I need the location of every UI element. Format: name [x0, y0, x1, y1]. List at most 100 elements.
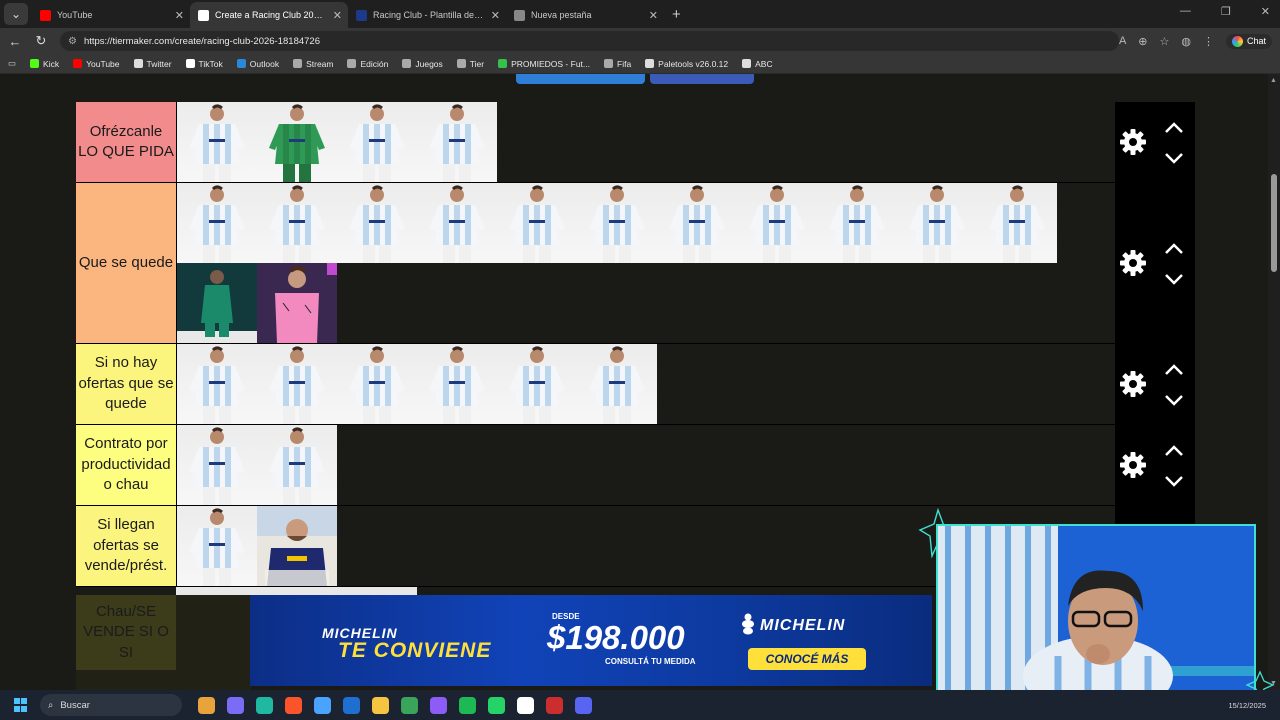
bookmark-item[interactable]: Twitter	[133, 59, 172, 69]
player-card[interactable]	[657, 183, 737, 263]
translate-icon[interactable]: A	[1119, 35, 1126, 47]
move-tier-up-icon[interactable]	[1163, 242, 1185, 256]
move-tier-down-icon[interactable]	[1163, 393, 1185, 407]
bookmark-item[interactable]: Fifa	[604, 59, 631, 69]
taskbar-app-icon[interactable]	[488, 696, 505, 714]
browser-tab[interactable]: Create a Racing Club 2026 Tier List ✕	[190, 2, 348, 28]
player-card[interactable]	[177, 344, 257, 424]
page-scrollbar[interactable]: ▲ ▼	[1268, 74, 1280, 690]
move-tier-down-icon[interactable]	[1163, 474, 1185, 488]
apps-icon[interactable]: ▭	[8, 58, 16, 69]
reload-button[interactable]: ↻	[30, 33, 52, 49]
taskbar-app-icon[interactable]	[198, 696, 215, 714]
player-card[interactable]	[977, 183, 1057, 263]
player-card[interactable]	[577, 183, 657, 263]
tier-label[interactable]: Si llegan ofertas se vende/prést.	[76, 506, 176, 586]
tab-close-icon[interactable]: ✕	[175, 9, 184, 22]
player-card[interactable]	[417, 344, 497, 424]
taskbar-app-icon[interactable]	[372, 696, 389, 714]
player-card[interactable]	[497, 183, 577, 263]
site-info-icon[interactable]: ⚙	[68, 36, 77, 47]
player-card[interactable]	[337, 344, 417, 424]
back-button[interactable]: ←	[4, 34, 26, 49]
move-tier-down-icon[interactable]	[1163, 272, 1185, 286]
bookmark-item[interactable]: Juegos	[402, 59, 443, 69]
tier-settings-gear-icon[interactable]	[1118, 450, 1148, 480]
taskbar-app-icon[interactable]	[430, 696, 447, 714]
taskbar-app-icon[interactable]	[546, 696, 563, 714]
save-download-button[interactable]	[516, 74, 645, 84]
zoom-icon[interactable]: ⊕	[1138, 35, 1147, 48]
taskbar-app-icon[interactable]	[256, 696, 273, 714]
bookmark-item[interactable]: Outlook	[236, 59, 279, 69]
player-card[interactable]	[257, 263, 337, 343]
move-tier-up-icon[interactable]	[1163, 121, 1185, 135]
player-card[interactable]	[337, 183, 417, 263]
player-card[interactable]	[177, 263, 257, 343]
url-bar[interactable]: ⚙ https://tiermaker.com/create/racing-cl…	[59, 31, 1119, 51]
tier-items-area[interactable]	[176, 102, 1115, 182]
bookmark-item[interactable]: PROMIEDOS - Fut...	[498, 59, 590, 69]
player-card[interactable]	[497, 344, 577, 424]
maximize-icon[interactable]: ❐	[1221, 5, 1231, 18]
move-tier-up-icon[interactable]	[1163, 444, 1185, 458]
player-card[interactable]	[417, 102, 497, 182]
tier-items-area[interactable]	[176, 183, 1115, 343]
tier-label[interactable]: Que se quede	[76, 183, 176, 343]
player-card[interactable]	[577, 344, 657, 424]
tab-close-icon[interactable]: ✕	[333, 9, 342, 22]
player-card[interactable]	[177, 425, 257, 505]
windows-start-icon[interactable]	[14, 698, 28, 712]
player-card[interactable]	[257, 425, 337, 505]
close-window-icon[interactable]: ✕	[1261, 5, 1270, 18]
tab-close-icon[interactable]: ✕	[491, 9, 500, 22]
player-card[interactable]	[257, 183, 337, 263]
player-card[interactable]	[257, 506, 337, 586]
minimize-icon[interactable]: —	[1180, 5, 1191, 18]
browser-tab[interactable]: Racing Club - Plantilla detallada 2025/2…	[348, 2, 506, 28]
bookmark-item[interactable]: TikTok	[185, 59, 223, 69]
ad-cta-button[interactable]: CONOCÉ MÁS	[748, 648, 866, 670]
tab-search-button[interactable]: ⌄	[4, 3, 28, 25]
tier-settings-gear-icon[interactable]	[1118, 248, 1148, 278]
scrollbar-thumb[interactable]	[1271, 174, 1277, 272]
menu-icon[interactable]: ⋮	[1203, 35, 1214, 48]
bookmark-item[interactable]: ABC	[742, 59, 773, 69]
tier-label[interactable]: Chau/SE VENDE SI O SI	[76, 595, 176, 670]
taskbar-app-icon[interactable]	[575, 696, 592, 714]
system-clock[interactable]: 15/12/2025	[1228, 701, 1266, 710]
tier-settings-gear-icon[interactable]	[1118, 369, 1148, 399]
player-card[interactable]	[177, 102, 257, 182]
bookmark-star-icon[interactable]: ☆	[1160, 35, 1170, 48]
taskbar-app-icon[interactable]	[227, 696, 244, 714]
tab-close-icon[interactable]: ✕	[649, 9, 658, 22]
browser-tab[interactable]: YouTube ✕	[32, 2, 190, 28]
taskbar-app-icon[interactable]	[401, 696, 418, 714]
tier-label[interactable]: Contrato por productividad o chau	[76, 425, 176, 505]
taskbar-search[interactable]: ⌕ Buscar	[40, 694, 182, 716]
tier-items-area[interactable]	[176, 425, 1115, 505]
taskbar-app-icon[interactable]	[459, 696, 476, 714]
player-card[interactable]	[817, 183, 897, 263]
player-card[interactable]	[257, 344, 337, 424]
taskbar-app-icon[interactable]	[343, 696, 360, 714]
move-tier-up-icon[interactable]	[1163, 363, 1185, 377]
tier-settings-gear-icon[interactable]	[1118, 127, 1148, 157]
browser-tab[interactable]: Nueva pestaña ✕	[506, 2, 664, 28]
tier-items-area[interactable]	[176, 344, 1115, 424]
tier-label[interactable]: Ofrézcanle LO QUE PIDA	[76, 102, 176, 182]
chat-button[interactable]: Chat	[1226, 33, 1273, 49]
bookmark-item[interactable]: Edición	[347, 59, 388, 69]
extensions-icon[interactable]: ◍	[1181, 35, 1191, 48]
player-card[interactable]	[257, 102, 337, 182]
michelin-ad-banner[interactable]: MICHELIN TE CONVIENE DESDE $198.000 CONS…	[250, 595, 932, 686]
player-card[interactable]	[337, 102, 417, 182]
player-card[interactable]	[177, 183, 257, 263]
taskbar-app-icon[interactable]	[517, 696, 534, 714]
tier-label[interactable]: Si no hay ofertas que se quede	[76, 344, 176, 424]
bookmark-item[interactable]: Tier	[456, 59, 484, 69]
bookmark-item[interactable]: Kick	[30, 59, 59, 69]
bookmark-item[interactable]: YouTube	[73, 59, 120, 69]
bookmark-item[interactable]: Paletools v26.0.12	[645, 59, 728, 69]
player-card[interactable]	[897, 183, 977, 263]
